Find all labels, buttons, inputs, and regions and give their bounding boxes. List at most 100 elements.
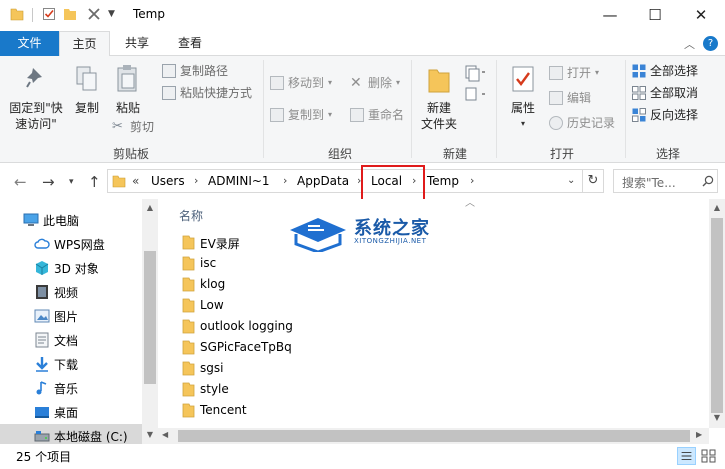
properties-check-icon[interactable] xyxy=(42,7,56,21)
cut-button[interactable]: ✂ 剪切 xyxy=(112,119,154,135)
properties-button[interactable]: 属性 ▾ xyxy=(503,100,543,132)
breadcrumb-users[interactable]: Users xyxy=(151,174,185,188)
delete-button[interactable]: ✕ 删除 ▾ xyxy=(350,76,400,90)
details-view-icon[interactable] xyxy=(677,447,696,465)
music-icon xyxy=(36,381,47,395)
nav-item-music[interactable]: 音乐 xyxy=(0,376,142,400)
help-icon[interactable]: ? xyxy=(703,36,718,51)
cloud-icon xyxy=(34,238,50,249)
search-placeholder: 搜索"Te... xyxy=(622,176,676,190)
rename-button[interactable]: 重命名 xyxy=(350,108,404,122)
move-to-icon xyxy=(270,76,284,90)
list-item[interactable]: Tencent xyxy=(180,400,440,421)
scroll-down-arrow-icon[interactable]: ▼ xyxy=(142,430,158,439)
chevron-right-icon[interactable]: › xyxy=(194,174,198,187)
open-button[interactable]: 打开 ▾ xyxy=(549,66,599,80)
edit-button[interactable]: 编辑 xyxy=(549,91,591,105)
list-item[interactable]: isc xyxy=(180,253,440,274)
file-list-horizontal-scrollbar[interactable]: ◀ ▶ xyxy=(158,428,709,444)
list-item[interactable]: klog xyxy=(180,274,440,295)
list-item[interactable]: style xyxy=(180,379,440,400)
pin-quick-access-button[interactable]: 固定到"快 速访问" xyxy=(5,100,67,132)
file-list-vertical-scrollbar[interactable]: ▲ ▼ xyxy=(709,199,725,428)
clipboard-group-label: 剪贴板 xyxy=(112,147,149,161)
nav-item-videos[interactable]: 视频 xyxy=(0,280,142,304)
tab-home[interactable]: 主页 xyxy=(59,31,110,57)
history-icon xyxy=(549,116,563,130)
tab-share[interactable]: 共享 xyxy=(114,31,160,56)
copy-button[interactable]: 复制 xyxy=(70,100,104,116)
chevron-right-icon[interactable]: › xyxy=(470,174,474,187)
nav-label: 文档 xyxy=(54,333,79,348)
customize-qat-chevron-icon[interactable]: ▼ xyxy=(108,9,115,19)
nav-label: 音乐 xyxy=(54,381,79,396)
list-item[interactable]: SGPicFaceTpBq xyxy=(180,337,440,358)
minimize-button[interactable]: — xyxy=(587,0,633,30)
scroll-up-arrow-icon[interactable]: ▲ xyxy=(142,203,158,212)
forward-arrow-icon[interactable]: → xyxy=(42,173,55,191)
large-icons-view-icon[interactable] xyxy=(699,447,718,465)
recent-locations-chevron-icon[interactable]: ▾ xyxy=(69,177,74,187)
nav-scrollbar[interactable]: ▲ ▼ xyxy=(142,199,158,444)
column-header-name[interactable]: 名称 xyxy=(179,207,203,224)
breadcrumb-overflow[interactable]: « xyxy=(132,174,139,188)
copy-to-button[interactable]: 复制到 ▾ xyxy=(270,108,332,122)
file-name: Low xyxy=(200,298,224,312)
scrollbar-thumb[interactable] xyxy=(178,430,690,442)
scissors-icon: ✂ xyxy=(112,119,123,134)
breadcrumb-appdata[interactable]: AppData xyxy=(297,174,349,188)
history-button[interactable]: 历史记录 xyxy=(549,116,615,130)
tab-file[interactable]: 文件 xyxy=(0,31,59,56)
new-folder-quick-icon[interactable] xyxy=(63,7,77,21)
nav-label: 此电脑 xyxy=(43,213,80,228)
ribbon: 固定到"快 速访问" 复制 粘贴 复制路径 粘贴快捷方式 ✂ 剪切 剪贴板 移动… xyxy=(0,56,725,163)
paste-shortcut-button[interactable]: 粘贴快捷方式 xyxy=(162,86,252,100)
folder-icon[interactable] xyxy=(10,7,24,21)
scrollbar-thumb[interactable] xyxy=(144,251,156,384)
close-button[interactable]: ✕ xyxy=(678,0,724,30)
collapse-ribbon-chevron-icon[interactable]: ︿ xyxy=(684,36,695,52)
scroll-down-arrow-icon[interactable]: ▼ xyxy=(709,413,725,422)
select-none-icon xyxy=(632,86,646,100)
new-item-icon[interactable] xyxy=(464,64,488,104)
nav-item-pictures[interactable]: 图片 xyxy=(0,304,142,328)
delete-x-icon[interactable] xyxy=(87,7,101,21)
scroll-up-arrow-icon[interactable]: ▲ xyxy=(709,203,725,212)
scrollbar-thumb[interactable] xyxy=(711,218,723,413)
back-arrow-icon[interactable]: ← xyxy=(14,173,27,191)
address-dropdown-chevron-icon[interactable]: ⌄ xyxy=(567,175,575,186)
address-bar[interactable]: « Users › ADMINI~1 › AppData › Local › T… xyxy=(107,165,583,201)
properties-label: 属性 xyxy=(510,101,535,115)
refresh-button[interactable]: ↻ xyxy=(583,169,604,193)
search-input[interactable]: 搜索"Te... xyxy=(613,169,718,193)
paste-button[interactable]: 粘贴 xyxy=(111,100,145,116)
list-item[interactable]: outlook logging xyxy=(180,316,440,337)
nav-label: 3D 对象 xyxy=(54,261,99,276)
select-all-button[interactable]: 全部选择 xyxy=(632,64,698,78)
breadcrumb-admini[interactable]: ADMINI~1 xyxy=(208,174,270,188)
chevron-right-icon[interactable]: › xyxy=(283,174,287,187)
folder-icon xyxy=(182,235,195,250)
folder-icon xyxy=(182,361,195,376)
nav-item-wps-drive[interactable]: WPS网盘 xyxy=(0,232,142,256)
nav-label: 图片 xyxy=(54,309,79,324)
copy-path-button[interactable]: 复制路径 xyxy=(162,64,228,78)
nav-label: 本地磁盘 (C:) xyxy=(54,429,128,444)
list-item[interactable]: sgsi xyxy=(180,358,440,379)
nav-item-downloads[interactable]: 下载 xyxy=(0,352,142,376)
up-arrow-icon[interactable]: ↑ xyxy=(88,173,101,191)
new-folder-button[interactable]: 新建 文件夹 xyxy=(418,100,460,132)
nav-item-desktop[interactable]: 桌面 xyxy=(0,400,142,424)
scroll-right-arrow-icon[interactable]: ▶ xyxy=(696,430,702,439)
select-none-button[interactable]: 全部取消 xyxy=(632,86,698,100)
invert-selection-button[interactable]: 反向选择 xyxy=(632,108,698,122)
nav-item-3d-objects[interactable]: 3D 对象 xyxy=(0,256,142,280)
breadcrumb-temp[interactable]: Temp xyxy=(427,174,459,188)
list-item[interactable]: Low xyxy=(180,295,440,316)
move-to-button[interactable]: 移动到 ▾ xyxy=(270,76,332,90)
nav-item-documents[interactable]: 文档 xyxy=(0,328,142,352)
maximize-button[interactable]: ☐ xyxy=(632,0,678,30)
tab-view[interactable]: 查看 xyxy=(167,31,213,56)
nav-item-this-pc[interactable]: 此电脑 xyxy=(0,208,142,232)
scroll-left-arrow-icon[interactable]: ◀ xyxy=(162,430,168,439)
